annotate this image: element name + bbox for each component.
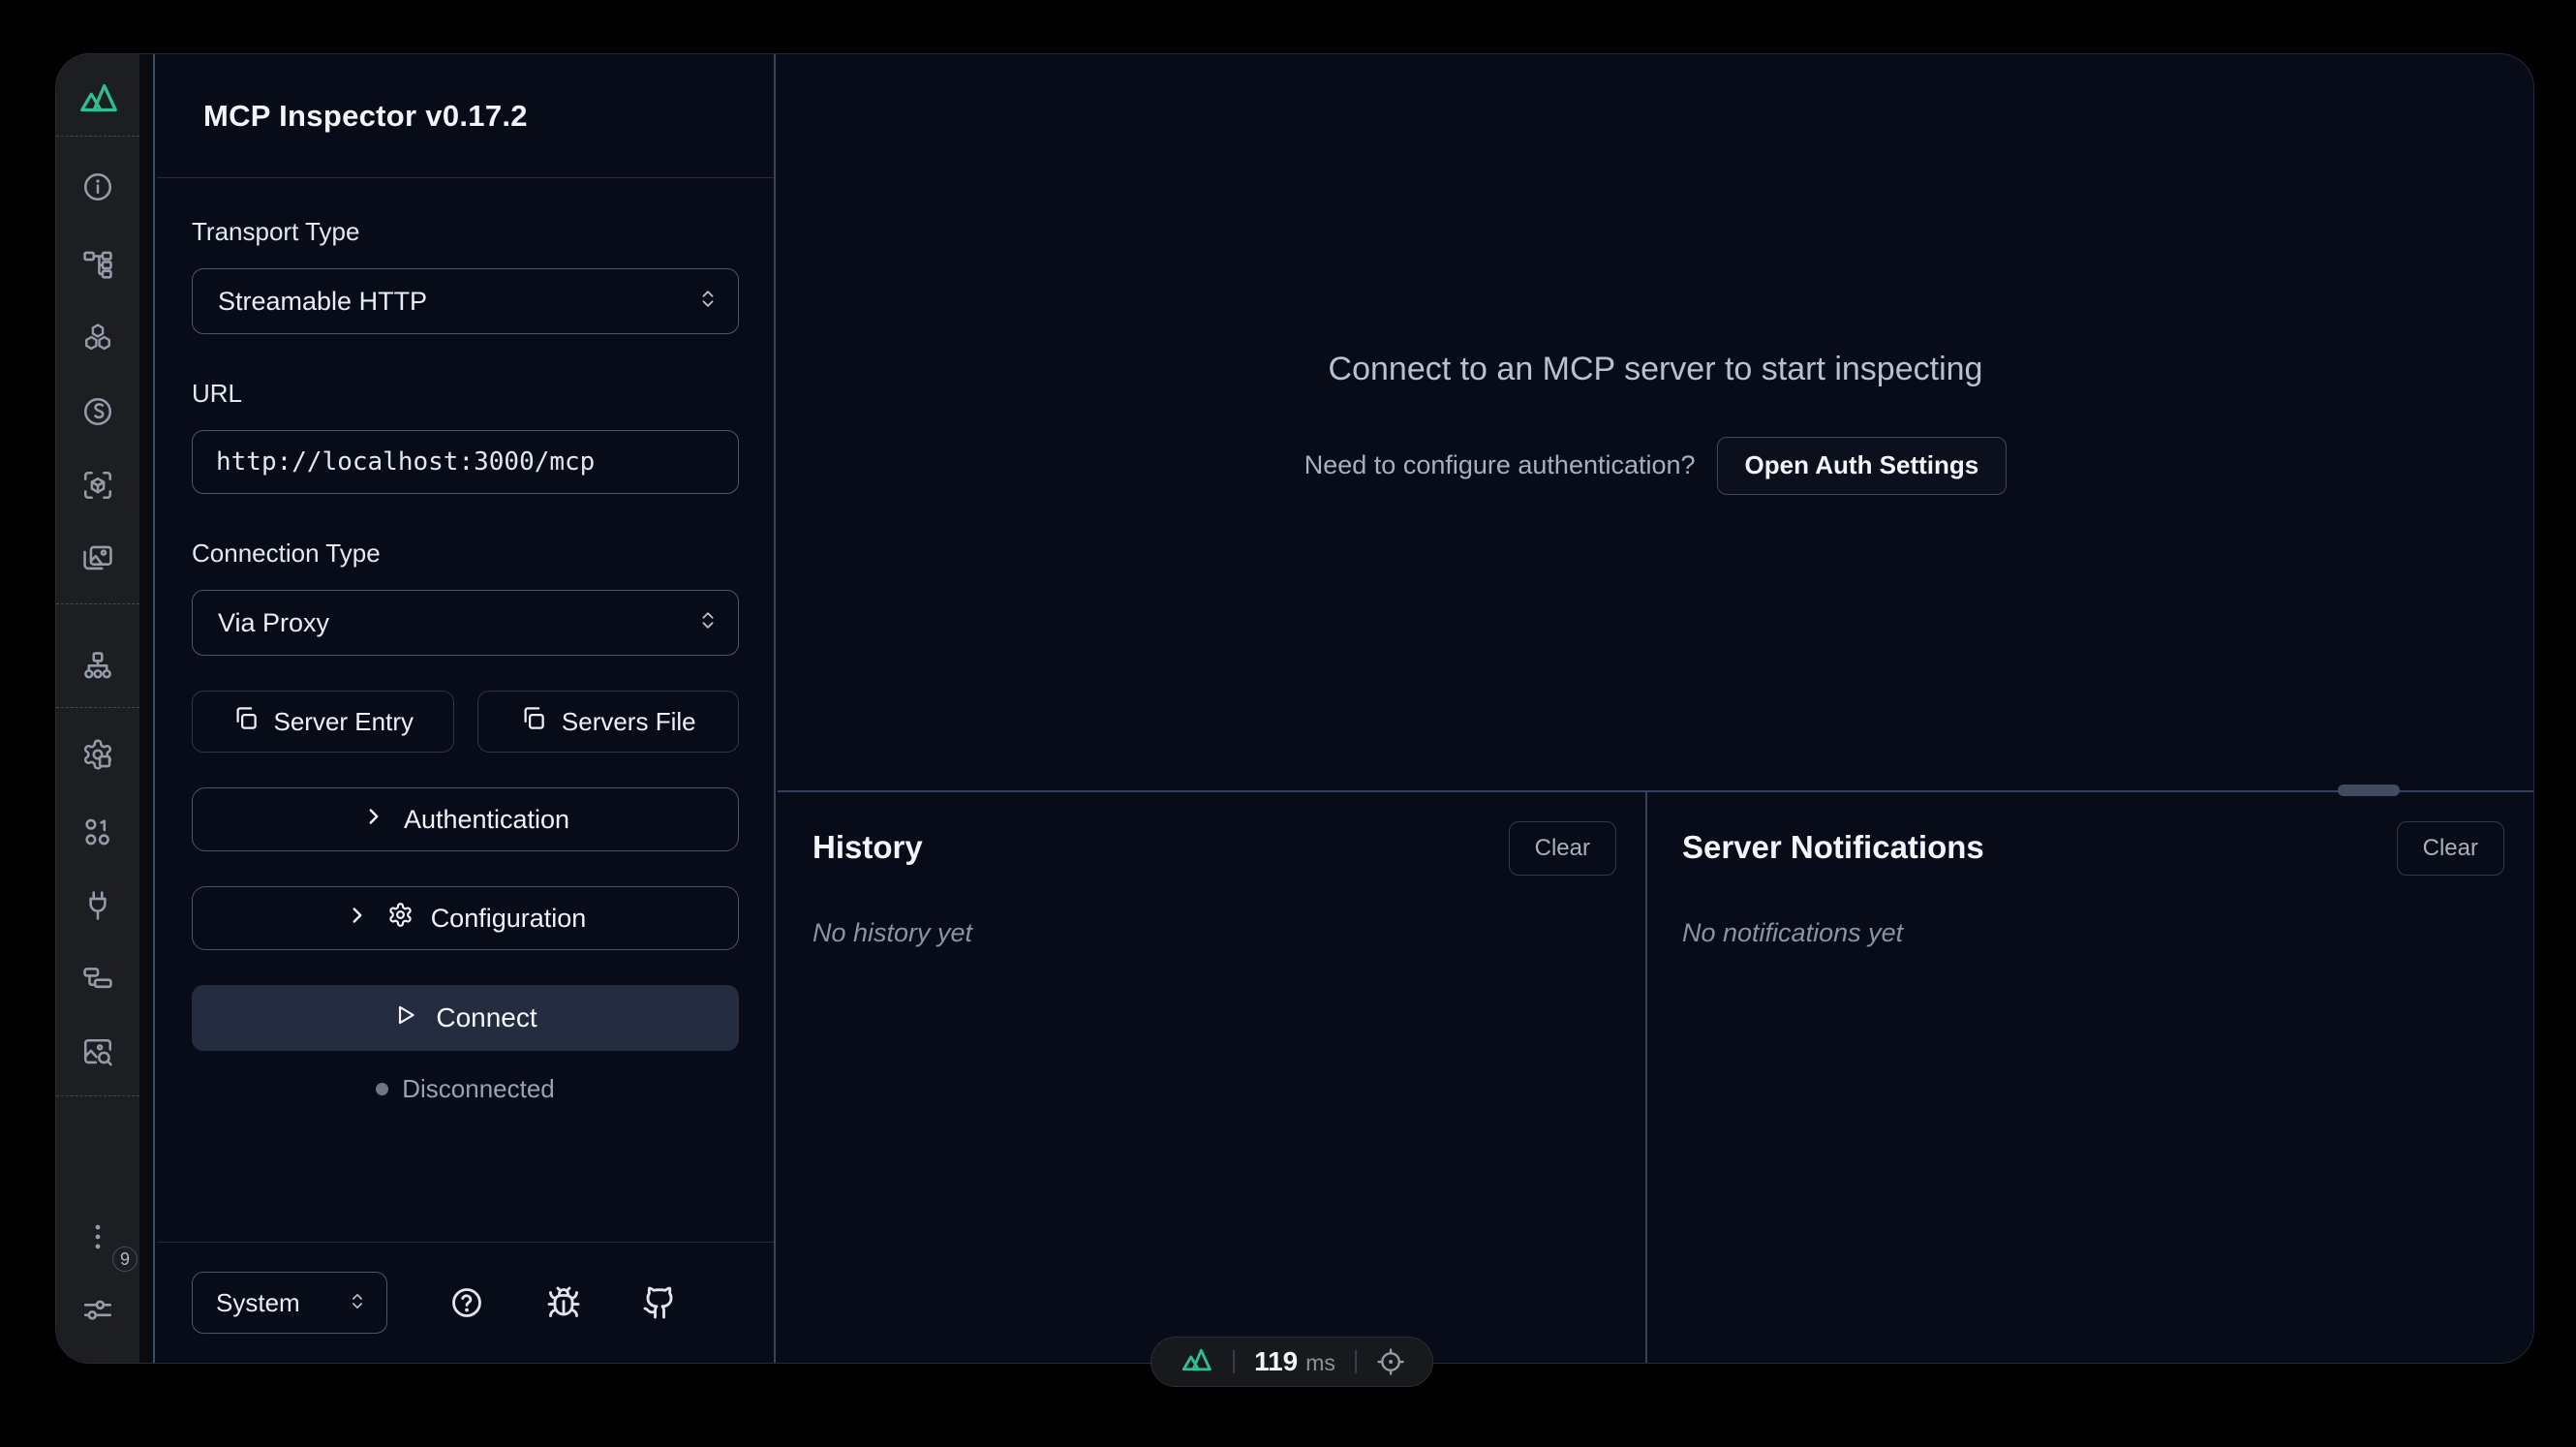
notifications-panel: Server Notifications Clear No notificati… [1647,792,2533,1363]
configuration-label: Configuration [431,904,587,934]
cube-scan-icon[interactable] [56,448,139,522]
connection-status: Disconnected [192,1074,739,1104]
play-icon [393,1002,418,1034]
sidebar-form: Transport Type Streamable HTTP URL Conne… [157,178,774,1242]
status-dot-icon [376,1083,388,1095]
ellipsis-icon[interactable]: 9 [56,1200,139,1274]
history-panel: History Clear No history yet [778,792,1647,1363]
sidebar-header: MCP Inspector v0.17.2 [157,54,774,178]
pill-divider [1233,1350,1235,1373]
connection-type-label: Connection Type [192,539,739,569]
icon-rail: 9 [56,54,139,1363]
chevrons-up-down-icon [697,287,719,317]
history-title: History [813,829,923,866]
chevron-right-icon [361,804,386,836]
history-empty-text: No history yet [813,918,1616,948]
panel-resize-handle[interactable] [2338,785,2400,796]
sitemap-icon[interactable] [56,626,139,707]
history-clear-button[interactable]: Clear [1509,821,1616,876]
status-text: Disconnected [402,1074,555,1104]
blocks-icon[interactable] [56,942,139,1016]
workflow-icon[interactable] [56,228,139,301]
authentication-toggle[interactable]: Authentication [192,787,739,851]
transport-type-select[interactable]: Streamable HTTP [192,268,739,334]
plug-icon[interactable] [56,869,139,942]
image-search-icon[interactable] [56,1016,139,1090]
chevron-right-icon [345,903,370,935]
latency-value: 119 [1254,1346,1298,1377]
mcp-logo-icon [1179,1347,1213,1377]
url-label: URL [192,379,739,409]
configuration-toggle[interactable]: Configuration [192,886,739,950]
app-window: 9 MCP Inspector v0.17.2 Transport Type S… [55,53,2534,1364]
hexagons-icon[interactable] [56,301,139,375]
authentication-label: Authentication [404,805,569,835]
chevrons-up-down-icon [348,1288,367,1318]
latency-readout: 119 ms [1254,1346,1335,1377]
sidebar-footer: System [157,1242,774,1363]
connection-sidebar: MCP Inspector v0.17.2 Transport Type Str… [157,54,776,1363]
app-title: MCP Inspector v0.17.2 [203,99,528,134]
rail-divider [56,603,139,604]
sliders-icon[interactable] [56,1274,139,1347]
servers-file-label: Servers File [562,707,696,737]
url-input[interactable] [192,430,739,494]
hero-subtitle: Need to configure authentication? [1304,450,1696,480]
hero-section: Connect to an MCP server to start inspec… [778,54,2533,790]
rail-gutter [139,54,155,1363]
connection-type-select[interactable]: Via Proxy [192,590,739,656]
notifications-empty-text: No notifications yet [1682,918,2504,948]
gear-square-icon[interactable] [56,714,139,795]
binary-icon[interactable] [56,795,139,869]
main-content: Connect to an MCP server to start inspec… [778,54,2533,1363]
hero-title: Connect to an MCP server to start inspec… [1329,351,1983,388]
copy-icon [520,705,546,738]
theme-value: System [216,1288,300,1318]
bottom-panels: History Clear No history yet Server Noti… [778,790,2533,1363]
rail-divider [56,1095,139,1096]
mcp-logo-icon [76,81,120,114]
locate-icon[interactable] [1376,1347,1405,1376]
info-icon[interactable] [56,146,139,228]
copy-icon [232,705,259,738]
theme-select[interactable]: System [192,1272,387,1334]
transport-type-value: Streamable HTTP [218,287,427,317]
connect-button[interactable]: Connect [192,985,739,1051]
notifications-clear-button[interactable]: Clear [2397,821,2504,876]
rail-divider [56,707,139,708]
status-pill: 119 ms [1150,1337,1433,1387]
latency-unit: ms [1305,1350,1335,1376]
connection-type-value: Via Proxy [218,608,329,638]
images-icon[interactable] [56,522,139,596]
open-auth-settings-button[interactable]: Open Auth Settings [1717,437,2008,495]
github-icon[interactable] [642,1285,677,1320]
connect-label: Connect [436,1002,537,1033]
pill-divider [1355,1350,1357,1373]
server-entry-button[interactable]: Server Entry [192,691,454,753]
notification-count-badge: 9 [112,1247,138,1272]
notifications-title: Server Notifications [1682,829,1984,866]
transport-type-label: Transport Type [192,217,739,247]
prompt-circle-icon[interactable] [56,375,139,448]
gear-icon [387,902,414,935]
server-entry-label: Server Entry [274,707,414,737]
servers-file-button[interactable]: Servers File [477,691,740,753]
bug-icon[interactable] [546,1285,581,1320]
help-icon[interactable] [449,1285,484,1320]
chevrons-up-down-icon [697,608,719,638]
rail-divider [56,136,139,137]
